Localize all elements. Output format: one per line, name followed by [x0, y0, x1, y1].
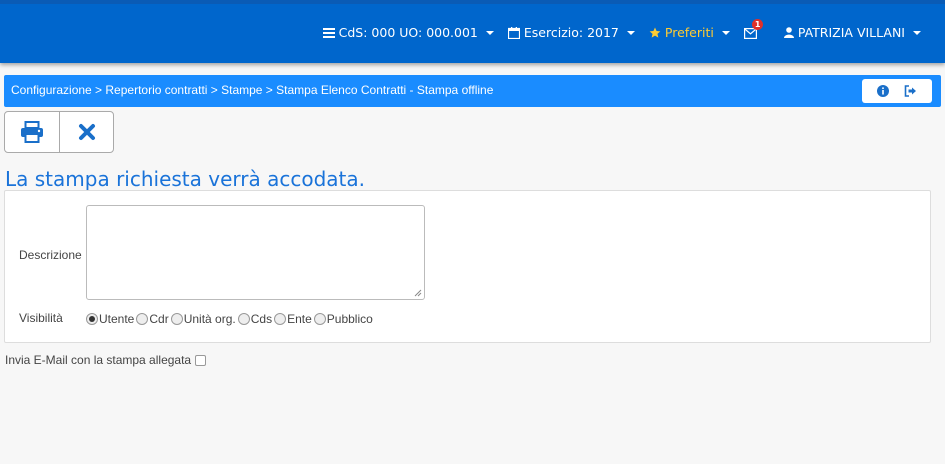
radio-option-utente[interactable]: Utente	[86, 312, 134, 326]
radio-label: Utente	[99, 312, 135, 326]
preferiti-menu[interactable]: Preferiti	[649, 25, 730, 40]
radio-label: Ente	[287, 312, 312, 326]
radio-label: Cdr	[149, 312, 169, 326]
page-heading: La stampa richiesta verrà accodata.	[5, 167, 365, 191]
top-navbar: CdS: 000 UO: 000.001 Esercizio: 2017 Pre…	[0, 0, 945, 63]
breadcrumb-bar: Configurazione > Repertorio contratti > …	[4, 75, 941, 107]
navbar-right: CdS: 000 UO: 000.001 Esercizio: 2017 Pre…	[322, 18, 921, 40]
radio-option-unita-org[interactable]: Unità org.	[170, 312, 236, 326]
cds-menu[interactable]: CdS: 000 UO: 000.001	[322, 25, 494, 40]
email-option-row: Invia E-Mail con la stampa allegata	[5, 353, 207, 367]
radio-option-ente[interactable]: Ente	[274, 312, 312, 326]
radio-ente[interactable]	[274, 313, 287, 325]
radio-unita-org[interactable]	[170, 313, 183, 325]
user-name: PATRIZIA VILLANI	[797, 25, 905, 40]
radio-label: Pubblico	[326, 312, 373, 326]
preferiti-label: Preferiti	[664, 25, 714, 40]
chevron-down-icon	[485, 30, 494, 35]
info-icon[interactable]	[877, 85, 890, 97]
print-button[interactable]	[5, 112, 59, 152]
radio-label: Cds	[250, 312, 273, 326]
radio-option-pubblico[interactable]: Pubblico	[313, 312, 373, 326]
chevron-down-icon	[721, 30, 730, 35]
cds-label: CdS: 000 UO: 000.001	[338, 25, 478, 40]
breadcrumb-actions	[862, 79, 932, 103]
resize-handle-icon[interactable]	[414, 289, 422, 297]
esercizio-menu[interactable]: Esercizio: 2017	[507, 25, 635, 40]
form-panel: Descrizione Visibilità Utente Cdr Unità …	[4, 190, 931, 343]
print-icon	[21, 121, 43, 143]
descrizione-label: Descrizione	[19, 248, 82, 262]
radio-pubblico[interactable]	[313, 313, 326, 325]
radio-utente[interactable]	[86, 313, 98, 325]
sign-out-icon[interactable]	[904, 85, 917, 97]
chevron-down-icon	[626, 30, 635, 35]
bars-icon	[322, 27, 335, 38]
radio-cds[interactable]	[237, 313, 250, 325]
radio-cdr[interactable]	[136, 313, 149, 325]
calendar-icon	[507, 26, 520, 39]
notification-badge: 1	[751, 18, 764, 30]
visibilita-label: Visibilità	[19, 311, 63, 325]
star-icon	[649, 27, 661, 38]
messages-button[interactable]: 1	[743, 18, 764, 40]
esercizio-label: Esercizio: 2017	[523, 25, 619, 40]
radio-option-cds[interactable]: Cds	[237, 312, 273, 326]
chevron-down-icon	[913, 30, 921, 35]
close-button[interactable]	[59, 112, 113, 152]
breadcrumb: Configurazione > Repertorio contratti > …	[11, 83, 494, 97]
user-menu[interactable]: PATRIZIA VILLANI	[783, 25, 921, 40]
email-checkbox[interactable]	[195, 354, 207, 366]
close-icon	[78, 124, 95, 140]
descrizione-textarea[interactable]	[86, 205, 425, 300]
email-label: Invia E-Mail con la stampa allegata	[5, 353, 192, 367]
user-icon	[783, 27, 794, 38]
radio-option-cdr[interactable]: Cdr	[136, 312, 169, 326]
mail-wrap: 1	[743, 18, 764, 40]
radio-label: Unità org.	[183, 312, 236, 326]
toolbar	[4, 111, 114, 153]
visibilita-radio-group: Utente Cdr Unità org. Cds Ente Pubblico	[86, 312, 375, 326]
